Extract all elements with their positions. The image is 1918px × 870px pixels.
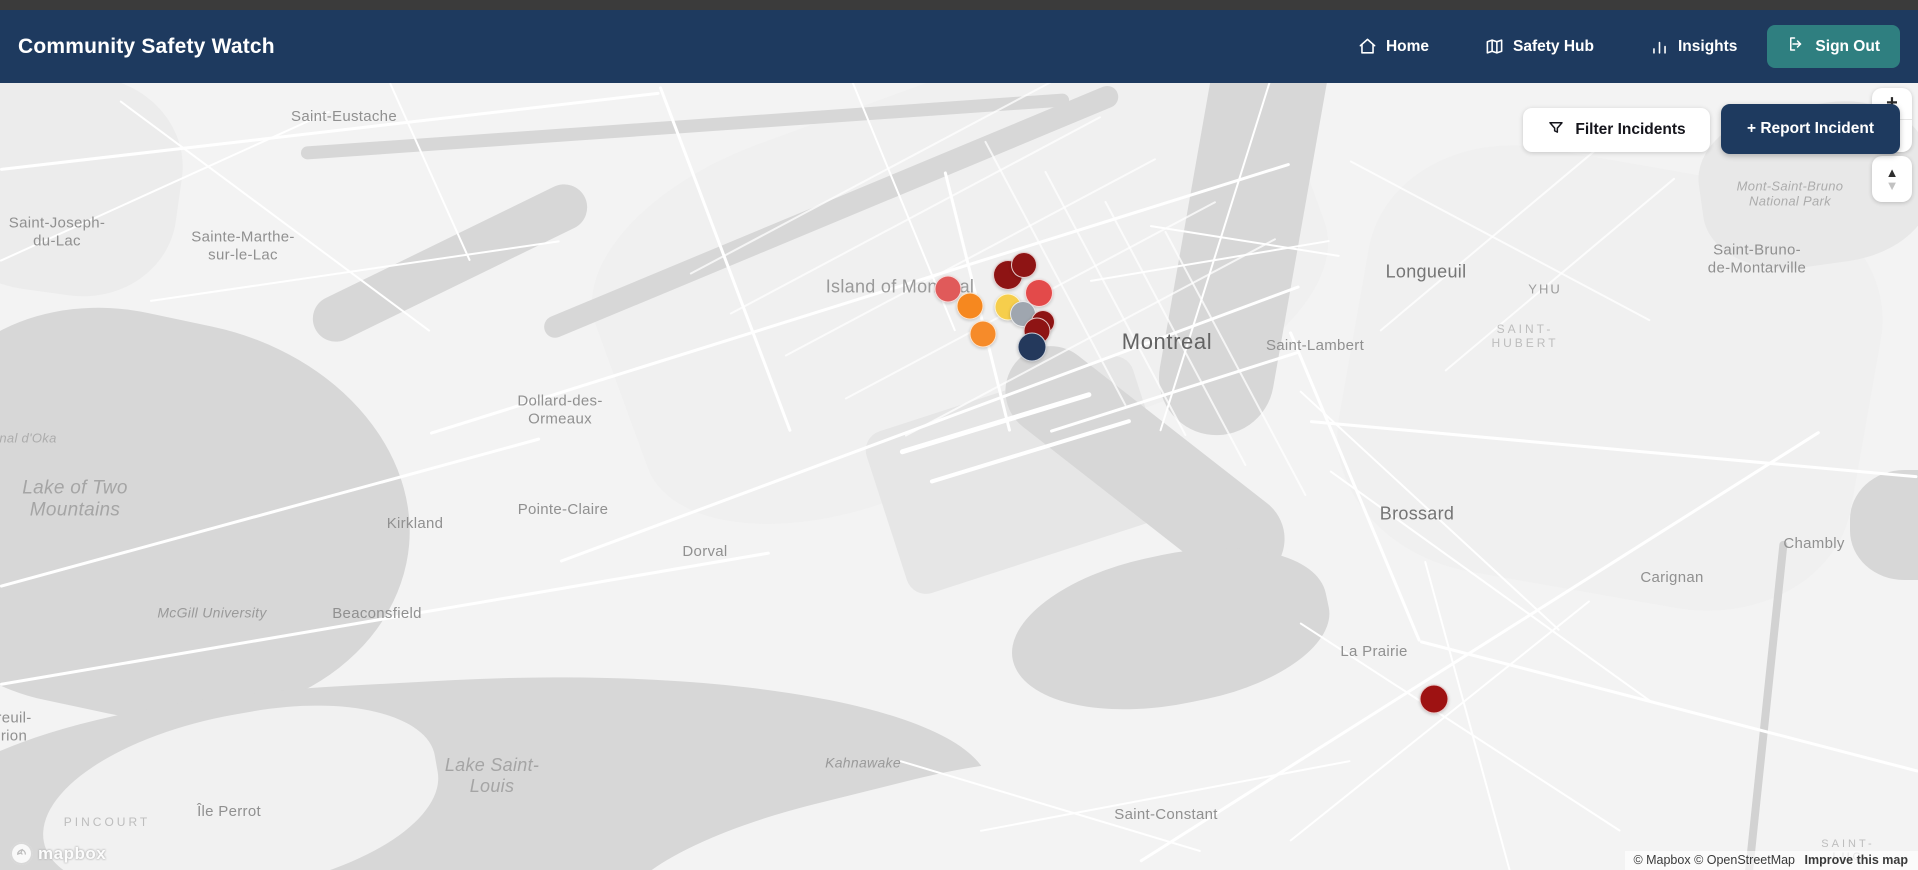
map-label: Saint-Lambert [1265,337,1365,355]
map-label: Saint-Eustache [291,108,397,126]
map-label: PINCOURT [63,814,151,829]
improve-map-link[interactable]: Improve this map [1805,853,1909,867]
nav-item-insights[interactable]: Insights [1650,37,1737,56]
pitch-down-button[interactable]: ▼ [1886,179,1899,192]
map-label: Kirkland [386,515,444,533]
funnel-icon [1547,119,1565,142]
map-label: Beaconsfield [332,605,422,623]
map-label: La Prairie [1340,643,1408,661]
mapbox-logo-icon [10,842,33,865]
attribution-mapbox-link[interactable]: © Mapbox [1633,853,1690,867]
main-nav: Home Safety Hub Insights [1358,37,1737,56]
map-label: Saint-Joseph- du-Lac [8,214,106,249]
home-icon [1358,37,1377,56]
map-pitch-control: ▲ ▼ [1872,156,1912,202]
incident-marker[interactable] [969,320,997,348]
map-label: YHU [1528,281,1562,297]
incident-marker[interactable] [1017,332,1047,362]
sign-out-label: Sign Out [1815,37,1880,55]
map-label: Chambly [1783,535,1845,553]
app-window: Saint-Eustache Saint-Joseph- du-Lac Sainte… [0,0,1918,870]
sign-out-button[interactable]: Sign Out [1767,25,1900,68]
nav-item-safety-hub[interactable]: Safety Hub [1485,37,1594,56]
sign-out-icon [1787,35,1805,58]
nav-item-label: Home [1385,37,1430,55]
water-area [997,523,1343,737]
road-line [1419,640,1918,773]
map-label: Kahnawake [825,754,901,771]
map-land-patch [0,83,195,309]
map-label: Lake Saint- Louis [444,754,540,796]
window-top-strip [0,0,1918,10]
filter-incidents-button[interactable]: Filter Incidents [1523,108,1710,152]
header: Community Safety Watch Home Safety Hub I… [0,10,1918,83]
nav-item-home[interactable]: Home [1358,37,1429,56]
incident-marker[interactable] [1011,252,1037,278]
map-label: Longueuil [1385,261,1467,282]
map-label: McGill University [157,604,267,621]
map-label: SAINT- HUBERT [1491,321,1559,350]
incident-marker[interactable] [1419,684,1449,714]
map-label: Lake of Two Mountains [22,477,128,521]
mapbox-logo[interactable]: mapbox [10,842,106,865]
map-label: Mont-Saint-Bruno National Park [1736,178,1844,209]
water-area [1850,470,1918,580]
map-label: Dorval [682,543,728,561]
mapbox-logo-text: mapbox [38,843,107,863]
map-icon [1485,37,1504,56]
road-line [389,83,471,262]
map-label: Carignan [1640,569,1704,587]
nav-item-label: Insights [1678,37,1738,55]
map-label: nal d'Oka [0,430,57,446]
map-attribution: © Mapbox © OpenStreetMap Improve this ma… [1625,851,1918,870]
road-line [1424,560,1511,870]
map-label: reuil- rion [0,709,32,744]
map-label: Sainte-Marthe- sur-le-Lac [191,228,295,263]
page-title: Community Safety Watch [18,34,275,58]
bar-chart-icon [1650,37,1669,56]
map-label: Saint-Constant [1114,806,1218,824]
road-line [1289,600,1591,842]
filter-incidents-label: Filter Incidents [1575,121,1686,138]
map-label: Pointe-Claire [517,501,609,519]
map-label: Montreal [1121,329,1213,355]
map-label: Brossard [1379,503,1455,524]
map-label: Saint-Bruno- de-Montarville [1707,241,1807,276]
map-canvas[interactable]: Saint-Eustache Saint-Joseph- du-Lac Sainte… [0,83,1918,870]
attribution-osm-link[interactable]: © OpenStreetMap [1694,853,1795,867]
nav-item-label: Safety Hub [1513,37,1594,55]
report-incident-button[interactable]: + Report Incident [1721,104,1900,154]
incident-marker[interactable] [956,292,984,320]
map-label: Île Perrot [197,803,261,821]
map-label: Dollard-des- Ormeaux [517,392,603,427]
